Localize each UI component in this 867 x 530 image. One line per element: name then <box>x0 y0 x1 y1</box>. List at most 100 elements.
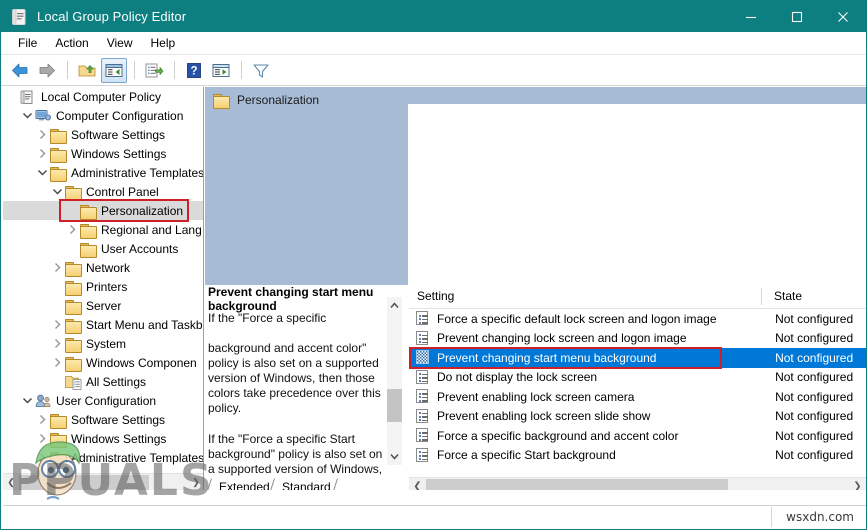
tree-node-printers[interactable]: Printers <box>3 277 203 296</box>
setting-name: Prevent enabling lock screen slide show <box>437 409 651 424</box>
policy-description-pane: Prevent changing start menu background I… <box>205 285 408 477</box>
tree-node-software-settings[interactable]: Software Settings <box>3 125 203 144</box>
tab-standard[interactable]: Standard <box>274 477 339 491</box>
properties-icon[interactable] <box>208 58 234 83</box>
table-row[interactable]: Do not display the lock screen Not config… <box>409 368 866 388</box>
tree-node-label: Regional and Lang <box>101 222 202 237</box>
tree-node-label: User Configuration <box>56 393 157 408</box>
chevron-right-icon[interactable] <box>50 334 65 353</box>
show-hide-console-tree-icon[interactable] <box>101 57 127 83</box>
menu-view[interactable]: View <box>98 34 142 52</box>
tree-node-administrative-templates[interactable]: Administrative Templates <box>3 448 203 467</box>
chevron-down-icon[interactable] <box>35 163 50 182</box>
tree-node-system[interactable]: System <box>3 334 203 353</box>
chevron-right-icon[interactable] <box>50 258 65 277</box>
all-settings-icon <box>65 374 82 390</box>
toolbar-separator-4 <box>241 61 242 79</box>
tree-scroll-left-icon[interactable]: ❮ <box>3 474 19 491</box>
up-one-level-icon[interactable] <box>74 58 100 83</box>
list-scroll-track[interactable] <box>426 478 849 490</box>
table-row[interactable]: Prevent changing lock screen and logon i… <box>409 329 866 349</box>
tree-node-user-accounts[interactable]: User Accounts <box>3 239 203 258</box>
description-scroll-thumb[interactable] <box>387 389 402 422</box>
menu-action[interactable]: Action <box>46 34 97 52</box>
forward-icon[interactable] <box>34 58 60 83</box>
chevron-right-icon[interactable] <box>35 429 50 448</box>
close-button[interactable] <box>820 1 866 32</box>
list-scroll-right-icon[interactable]: ❯ <box>849 478 866 490</box>
table-row[interactable]: Prevent changing start menu background No… <box>409 348 866 368</box>
chevron-down-icon[interactable] <box>50 182 65 201</box>
chevron-down-icon[interactable] <box>20 391 35 410</box>
tree-node-server[interactable]: Server <box>3 296 203 315</box>
settings-list-rows[interactable]: Force a specific default lock screen and… <box>409 309 866 465</box>
table-row[interactable]: Force a specific Start background Not con… <box>409 446 866 466</box>
list-scroll-left-icon[interactable]: ❮ <box>409 478 426 490</box>
chevron-right-icon[interactable] <box>35 410 50 429</box>
table-row[interactable]: Prevent enabling lock screen slide show N… <box>409 407 866 427</box>
menu-file[interactable]: File <box>9 34 46 52</box>
column-header-setting[interactable]: Setting <box>409 289 762 303</box>
tree-node-label: User Accounts <box>101 241 179 256</box>
tree-node-start-menu-and-taskb[interactable]: Start Menu and Taskb <box>3 315 203 334</box>
list-scroll-thumb[interactable] <box>426 478 728 490</box>
tree-node-control-panel[interactable]: Control Panel <box>3 182 203 201</box>
description-vertical-scrollbar[interactable] <box>387 297 402 465</box>
export-list-icon[interactable] <box>141 58 167 83</box>
table-row[interactable]: Force a specific background and accent c… <box>409 426 866 446</box>
back-icon[interactable] <box>7 58 33 83</box>
tree-node-all-settings[interactable]: All Settings <box>3 372 203 391</box>
chevron-right-icon[interactable] <box>35 144 50 163</box>
tree-scroll-right-icon[interactable]: ❯ <box>188 474 203 491</box>
policy-setting-icon <box>415 330 431 346</box>
description-scroll-down-icon[interactable] <box>387 448 402 465</box>
maximize-button[interactable] <box>774 1 820 32</box>
tree-horizontal-scrollbar[interactable]: ❮ ❯ <box>3 473 203 491</box>
content-header-panel: Personalization <box>205 87 408 285</box>
computer-icon <box>35 108 52 124</box>
tree-node-personalization[interactable]: Personalization <box>3 201 203 220</box>
tree-node-computer-configuration[interactable]: Computer Configuration <box>3 106 203 125</box>
table-row[interactable]: Prevent enabling lock screen camera Not c… <box>409 387 866 407</box>
console-tree[interactable]: Local Computer Policy Computer Configurat… <box>3 87 203 473</box>
tree-node-label: Control Panel <box>86 184 159 199</box>
filter-icon[interactable] <box>248 58 274 83</box>
menu-help[interactable]: Help <box>142 34 185 52</box>
chevron-right-icon[interactable] <box>65 220 80 239</box>
setting-state: Not configured <box>775 389 854 404</box>
table-row[interactable]: Force a specific default lock screen and… <box>409 309 866 329</box>
settings-horizontal-scrollbar[interactable]: ❮ ❯ <box>409 477 866 490</box>
local-group-policy-editor-window: Local Group Policy Editor File Action Vi… <box>0 0 867 530</box>
tree-node-network[interactable]: Network <box>3 258 203 277</box>
setting-state: Not configured <box>775 350 854 365</box>
column-header-state[interactable]: State <box>762 289 866 303</box>
chevron-right-icon[interactable] <box>50 315 65 334</box>
chevron-down-icon[interactable] <box>20 106 35 125</box>
tree-node-regional-and-lang[interactable]: Regional and Lang <box>3 220 203 239</box>
policy-description-text: If the "Force a specific background and … <box>208 311 386 477</box>
column-divider[interactable] <box>761 288 762 305</box>
minimize-button[interactable] <box>728 1 774 32</box>
tree-node-local-computer-policy[interactable]: Local Computer Policy <box>3 87 203 106</box>
chevron-right-icon[interactable] <box>35 448 50 467</box>
user-icon <box>35 393 52 409</box>
description-scroll-up-icon[interactable] <box>387 297 402 314</box>
tree-node-software-settings[interactable]: Software Settings <box>3 410 203 429</box>
console-tree-panel: Local Computer Policy Computer Configurat… <box>3 87 204 490</box>
tree-node-windows-settings[interactable]: Windows Settings <box>3 429 203 448</box>
tree-node-administrative-templates[interactable]: Administrative Templates <box>3 163 203 182</box>
tree-scroll-thumb[interactable] <box>19 474 149 490</box>
tree-scroll-track[interactable] <box>19 474 188 491</box>
chevron-right-icon[interactable] <box>50 353 65 372</box>
settings-list-pane: Setting State Force a specific default l… <box>409 104 866 477</box>
folder-icon <box>80 222 97 238</box>
tree-node-windows-settings[interactable]: Windows Settings <box>3 144 203 163</box>
tree-node-user-configuration[interactable]: User Configuration <box>3 391 203 410</box>
chevron-right-icon[interactable] <box>35 125 50 144</box>
tree-node-windows-componen[interactable]: Windows Componen <box>3 353 203 372</box>
help-icon[interactable]: ? <box>181 58 207 83</box>
